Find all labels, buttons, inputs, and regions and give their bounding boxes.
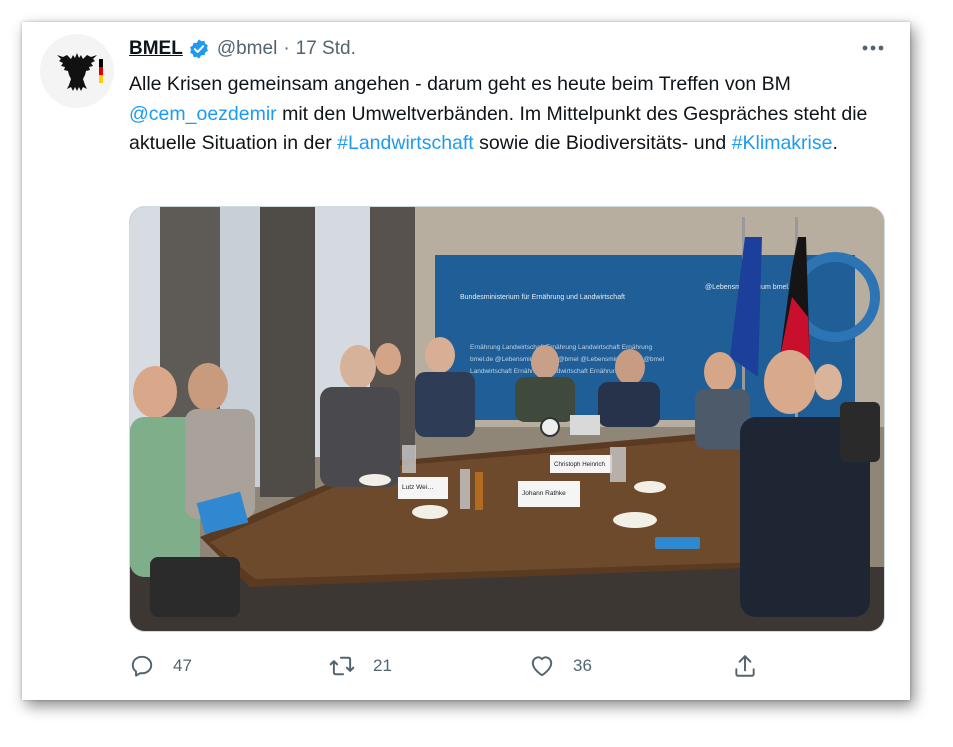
- eagle-logo-icon: [57, 53, 103, 91]
- verified-badge-icon: [189, 39, 208, 59]
- timestamp[interactable]: 17 Std.: [296, 38, 356, 60]
- tweet-photo[interactable]: Bundesministerium für Ernährung und Land…: [129, 206, 885, 632]
- name-card-text: Lutz Wei…: [402, 484, 434, 491]
- retweet-button[interactable]: 21: [329, 650, 392, 682]
- retweet-icon: [329, 656, 355, 676]
- mention-link[interactable]: @cem_oezdemir: [129, 103, 277, 125]
- hashtag-link-klimakrise[interactable]: #Klimakrise: [732, 132, 833, 154]
- share-button[interactable]: [732, 650, 758, 682]
- author-handle[interactable]: @bmel: [217, 38, 277, 60]
- author-name[interactable]: BMEL: [129, 38, 183, 60]
- tweet-text: Alle Krisen gemeinsam angehen - darum ge…: [129, 70, 889, 159]
- tweet-card[interactable]: BMEL @bmel · 17 Std. Alle Krisen gemeins…: [22, 22, 910, 700]
- name-card-text: Christoph Heinrich: [554, 461, 605, 468]
- backdrop-pattern-text: Ernährung Landwirtschaft Ernährung Landw…: [470, 344, 652, 351]
- like-button[interactable]: 36: [529, 650, 592, 682]
- tweet-header: BMEL @bmel · 17 Std.: [129, 36, 356, 62]
- tweet-text-segment: Alle Krisen gemeinsam angehen - darum ge…: [129, 73, 791, 95]
- like-icon: [531, 656, 553, 677]
- retweet-count: 21: [373, 656, 392, 675]
- backdrop-ministry-text: Bundesministerium für Ernährung und Land…: [460, 294, 625, 301]
- reply-button[interactable]: 47: [129, 650, 192, 682]
- more-icon: [862, 45, 884, 51]
- reply-icon: [131, 655, 153, 677]
- more-options-button[interactable]: [858, 36, 888, 60]
- tweet-text-segment: .: [832, 132, 838, 155]
- hashtag-link-landwirtschaft[interactable]: #Landwirtschaft: [337, 132, 474, 154]
- tweet-actions: 47 21 36: [129, 650, 869, 682]
- like-count: 36: [573, 656, 592, 675]
- separator-dot: ·: [283, 38, 290, 59]
- name-card-text: Johann Rathke: [522, 490, 566, 497]
- meeting-photo-illustration: Bundesministerium für Ernährung und Land…: [130, 207, 884, 631]
- avatar[interactable]: [40, 34, 114, 108]
- tweet-text-segment: sowie die Biodiversitäts- und: [473, 132, 732, 155]
- share-icon: [735, 655, 755, 677]
- reply-count: 47: [173, 656, 192, 675]
